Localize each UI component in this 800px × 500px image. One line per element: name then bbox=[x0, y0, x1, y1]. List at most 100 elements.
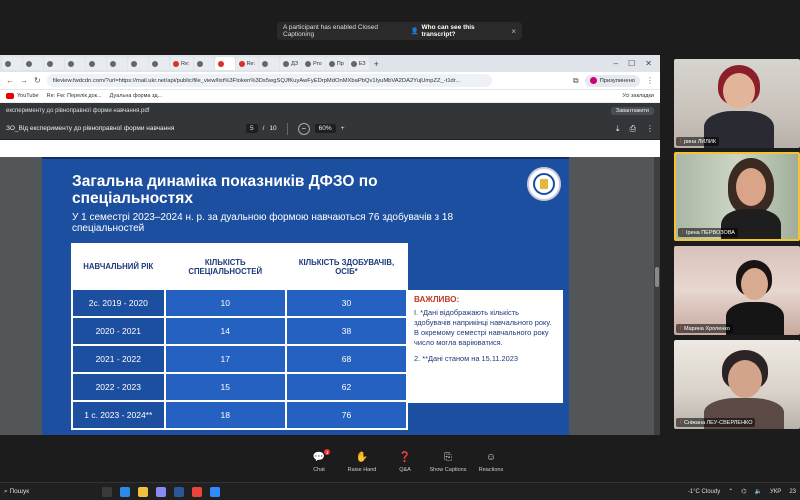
zoom-out-button[interactable]: − bbox=[297, 122, 310, 135]
maximize-icon[interactable]: ☐ bbox=[628, 59, 635, 68]
zoom-in-button[interactable]: + bbox=[341, 125, 345, 132]
important-note: ВАЖЛИВО: I. *Дані відображають кількість… bbox=[408, 290, 563, 403]
browser-tab[interactable] bbox=[44, 57, 64, 70]
browser-tab[interactable] bbox=[65, 57, 85, 70]
scrollbar[interactable] bbox=[654, 157, 660, 435]
table-cell: 62 bbox=[284, 372, 409, 402]
participant-face bbox=[736, 168, 766, 206]
back-icon[interactable]: ← bbox=[6, 76, 14, 85]
qa-button[interactable]: ❓ Q&A bbox=[386, 452, 424, 482]
browser-tab[interactable]: Пр bbox=[325, 57, 347, 70]
more-icon[interactable]: ⋮ bbox=[646, 124, 654, 134]
network-icon[interactable]: ⌬ bbox=[741, 488, 746, 495]
extensions-icon[interactable]: ⧉ bbox=[573, 76, 579, 86]
show-captions-button[interactable]: ⎘ Show Captions bbox=[429, 452, 467, 482]
new-tab-button[interactable]: + bbox=[370, 59, 383, 69]
browser-tab-active[interactable] bbox=[214, 57, 235, 70]
browser-tab[interactable] bbox=[86, 57, 106, 70]
browser-tab[interactable]: ДЗ bbox=[280, 57, 302, 70]
teams-icon[interactable] bbox=[156, 486, 166, 497]
browser-tab[interactable] bbox=[2, 57, 22, 70]
print-icon[interactable]: ⎙ bbox=[630, 124, 636, 134]
zoom-app-icon[interactable] bbox=[210, 486, 220, 497]
participant-video[interactable]: ⌇ рина ЛИЛИК bbox=[674, 59, 800, 148]
participant-name-tag: ⌇ Марина Хроленко bbox=[676, 324, 733, 333]
browser-tab[interactable]: Pro bbox=[302, 57, 325, 70]
browser-tab[interactable] bbox=[149, 57, 169, 70]
minimize-icon[interactable]: – bbox=[614, 59, 618, 68]
raise-hand-button[interactable]: ✋ Raise Hand bbox=[343, 452, 381, 482]
page-navigator: 5 / 10 − 60% + bbox=[246, 122, 345, 135]
pdf-toolbar: ЗО_Від експерименту до рівноправної форм… bbox=[0, 118, 660, 140]
tray-arrow-icon[interactable]: ⌃ bbox=[728, 488, 733, 495]
menu-icon[interactable]: ⋮ bbox=[646, 76, 654, 85]
browser-tab[interactable] bbox=[107, 57, 127, 70]
download-button[interactable]: Завантажити bbox=[610, 106, 654, 115]
browser-tab[interactable] bbox=[259, 57, 280, 70]
scrollbar-thumb[interactable] bbox=[655, 267, 659, 287]
edge-icon[interactable] bbox=[120, 486, 130, 497]
tab-favicon-icon bbox=[47, 60, 53, 67]
forward-icon[interactable]: → bbox=[20, 76, 28, 85]
table-row: 2020 - 2021 14 38 bbox=[71, 316, 409, 346]
screen: A participant has enabled Closed Caption… bbox=[0, 0, 800, 500]
bookmark-youtube[interactable]: YouTube bbox=[6, 93, 39, 99]
browser-tab[interactable] bbox=[23, 57, 43, 70]
tab-favicon-icon bbox=[68, 60, 74, 67]
browser-tab[interactable] bbox=[128, 57, 148, 70]
browser-tab[interactable]: ЕЗ bbox=[347, 57, 369, 70]
pdf-tools: ⤓ ⎙ ⋮ bbox=[616, 124, 654, 134]
participant-video[interactable]: ⌇ Марина Хроленко bbox=[674, 246, 800, 335]
bookmark-dual[interactable]: Дуальна форма зд... bbox=[110, 93, 163, 99]
mic-muted-icon: ⌇ bbox=[679, 139, 682, 145]
url-input[interactable]: fileview.fwdcdn.com/?url=https://mail.uk… bbox=[46, 74, 492, 87]
tab-favicon-icon bbox=[305, 60, 312, 67]
chat-button[interactable]: 💬 1 Chat bbox=[300, 449, 338, 482]
all-bookmarks-button[interactable]: Усі закладки bbox=[622, 93, 654, 99]
qa-icon: ❓ bbox=[398, 452, 412, 463]
download-icon[interactable]: ⤓ bbox=[616, 124, 620, 134]
pdf-filename: ЗО_Від експерименту до рівноправної форм… bbox=[6, 125, 175, 132]
meeting-toolbar: 💬 1 Chat ✋ Raise Hand ❓ Q&A ⎘ Show Captio… bbox=[300, 449, 510, 482]
mail-favicon-icon bbox=[238, 60, 245, 67]
participant-name-tag: ⌇ Ірина ПЕРВОЗОВА bbox=[678, 228, 738, 237]
clock[interactable]: 23 bbox=[789, 489, 796, 495]
language-indicator[interactable]: УКР bbox=[770, 489, 781, 495]
reactions-button[interactable]: ☺ Reactions bbox=[472, 452, 510, 482]
chrome-icon[interactable] bbox=[192, 486, 202, 497]
browser-tab[interactable]: Re: bbox=[170, 57, 193, 70]
participant-video-active-speaker[interactable]: ⌇ Ірина ПЕРВОЗОВА bbox=[674, 152, 800, 241]
table-cell: 30 bbox=[284, 288, 409, 318]
browser-tab[interactable] bbox=[193, 57, 214, 70]
bookmark-mail[interactable]: Re: Fw: Перелік док... bbox=[47, 93, 102, 99]
volume-icon[interactable]: 🔈 bbox=[755, 488, 762, 495]
participant-face bbox=[723, 73, 755, 109]
note-text: 2. **Дані станом на 15.11.2023 bbox=[414, 354, 518, 363]
tab-favicon-icon bbox=[131, 60, 137, 67]
who-can-see-link[interactable]: 👤 Who can see this transcript? bbox=[410, 24, 505, 38]
browser-tab[interactable]: Re: bbox=[235, 57, 259, 70]
table-cell: 68 bbox=[284, 344, 409, 374]
profile-button[interactable]: Призупинено bbox=[584, 74, 640, 87]
stats-table: НАВЧАЛЬНИЙ РІК КІЛЬКІСТЬ СПЕЦІАЛЬНОСТЕЙ … bbox=[71, 243, 409, 430]
reload-icon[interactable]: ↻ bbox=[34, 76, 41, 85]
close-window-icon[interactable]: ✕ bbox=[645, 59, 652, 68]
taskbar-search[interactable]: ⌕ Пошук bbox=[4, 488, 94, 496]
taskbar: ⌕ Пошук -1°C Cloudy ⌃ ⌬ 🔈 УКР 23 bbox=[0, 482, 800, 500]
person-icon: 👤 bbox=[410, 28, 419, 35]
participant-name-tag: ⌇ рина ЛИЛИК bbox=[676, 137, 720, 146]
page-number-input[interactable]: 5 bbox=[246, 124, 258, 133]
unread-badge: 1 bbox=[324, 449, 331, 455]
participant-video[interactable]: ⌇ Сніжана ЛЕУ-СВЕРЛЕНКО bbox=[674, 340, 800, 429]
zoom-level-input[interactable]: 60% bbox=[314, 124, 336, 133]
pdf-page: Загальна динаміка показників ДФЗО по спе… bbox=[42, 157, 569, 435]
explorer-icon[interactable] bbox=[138, 486, 148, 497]
weather-status[interactable]: -1°C Cloudy bbox=[688, 489, 720, 495]
word-icon[interactable] bbox=[174, 486, 184, 497]
task-view-icon[interactable] bbox=[102, 486, 112, 497]
page-total: 10 bbox=[269, 125, 277, 132]
table-cell: 2022 - 2023 bbox=[71, 372, 166, 402]
pdf-favicon-icon bbox=[217, 60, 224, 67]
table-header: НАВЧАЛЬНИЙ РІК bbox=[71, 243, 166, 290]
close-icon[interactable]: × bbox=[511, 27, 516, 36]
